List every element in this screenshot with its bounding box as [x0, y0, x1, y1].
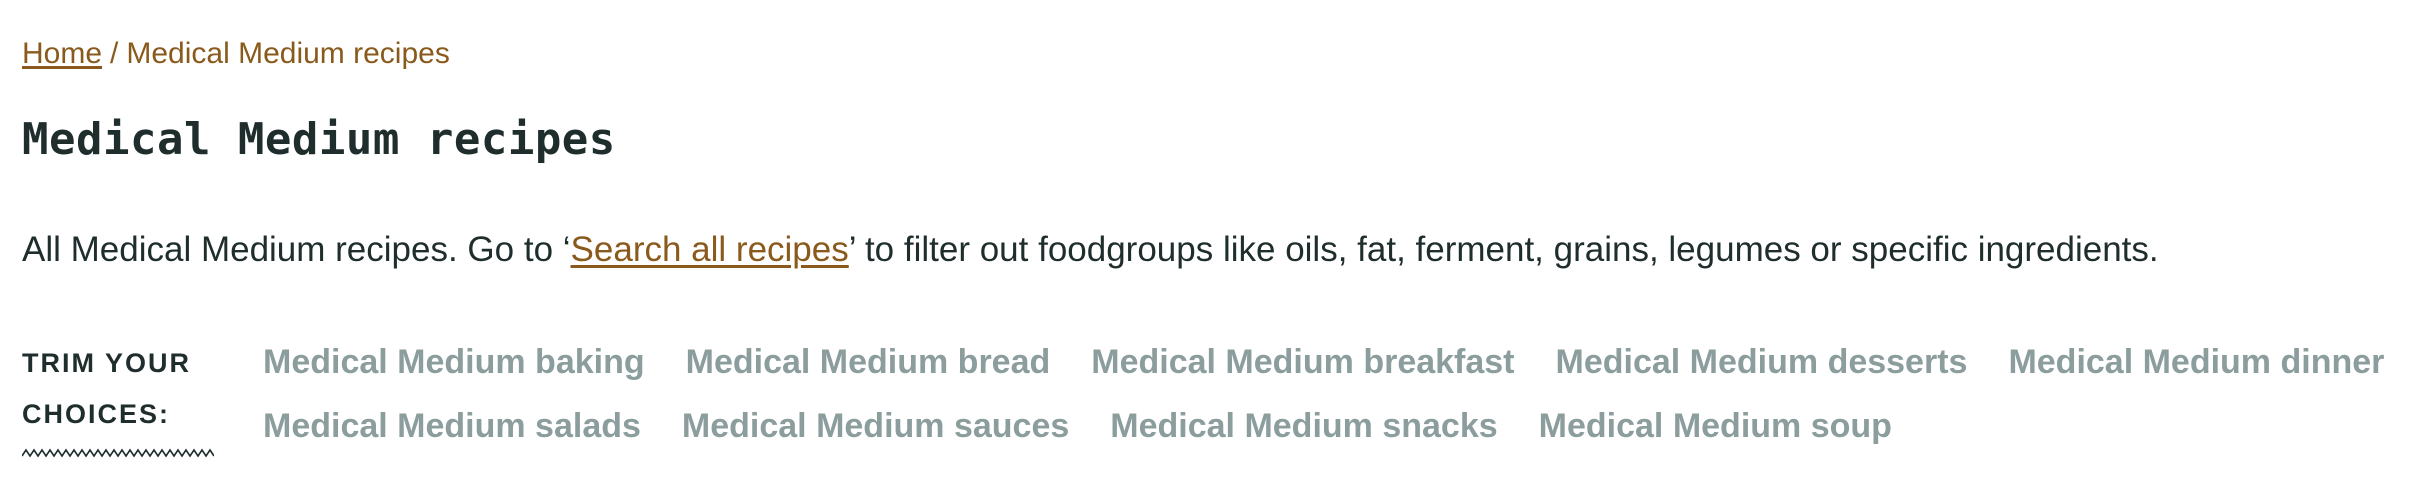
- choice-salads[interactable]: Medical Medium salads: [263, 404, 641, 448]
- choices-row-1: Medical Medium baking Medical Medium bre…: [263, 330, 2432, 394]
- breadcrumb-home-link[interactable]: Home: [22, 37, 102, 70]
- page-title: Medical Medium recipes: [22, 114, 616, 165]
- page-content: Home / Medical Medium recipes Medical Medi…: [22, 0, 2432, 492]
- intro-text-after: ’ to filter out foodgroups like oils, fa…: [848, 230, 2159, 269]
- choice-sauces[interactable]: Medical Medium sauces: [682, 404, 1069, 448]
- breadcrumb-separator: /: [110, 37, 119, 70]
- trim-choices-label: TRIM YOUR CHOICES:: [22, 338, 222, 440]
- choice-dinner[interactable]: Medical Medium dinner: [2008, 340, 2384, 384]
- trim-label-line2: CHOICES:: [22, 399, 171, 429]
- choices-row-2: Medical Medium salads Medical Medium sau…: [263, 394, 2432, 458]
- choice-desserts[interactable]: Medical Medium desserts: [1556, 340, 1968, 384]
- choice-breakfast[interactable]: Medical Medium breakfast: [1091, 340, 1514, 384]
- breadcrumb: Home / Medical Medium recipes: [22, 34, 450, 74]
- search-all-recipes-link[interactable]: Search all recipes: [571, 230, 849, 269]
- choice-baking[interactable]: Medical Medium baking: [263, 340, 645, 384]
- intro-text: All Medical Medium recipes. Go to ‘Searc…: [22, 225, 2159, 275]
- trim-choices-list: Medical Medium baking Medical Medium bre…: [263, 330, 2432, 458]
- choice-soup[interactable]: Medical Medium soup: [1539, 404, 1892, 448]
- choice-bread[interactable]: Medical Medium bread: [686, 340, 1051, 384]
- breadcrumb-current: Medical Medium recipes: [126, 37, 450, 70]
- choice-snacks[interactable]: Medical Medium snacks: [1110, 404, 1497, 448]
- trim-label-line1: TRIM YOUR: [22, 348, 192, 378]
- intro-text-before: All Medical Medium recipes. Go to ‘: [22, 230, 571, 269]
- squiggle-divider-icon: [22, 448, 214, 458]
